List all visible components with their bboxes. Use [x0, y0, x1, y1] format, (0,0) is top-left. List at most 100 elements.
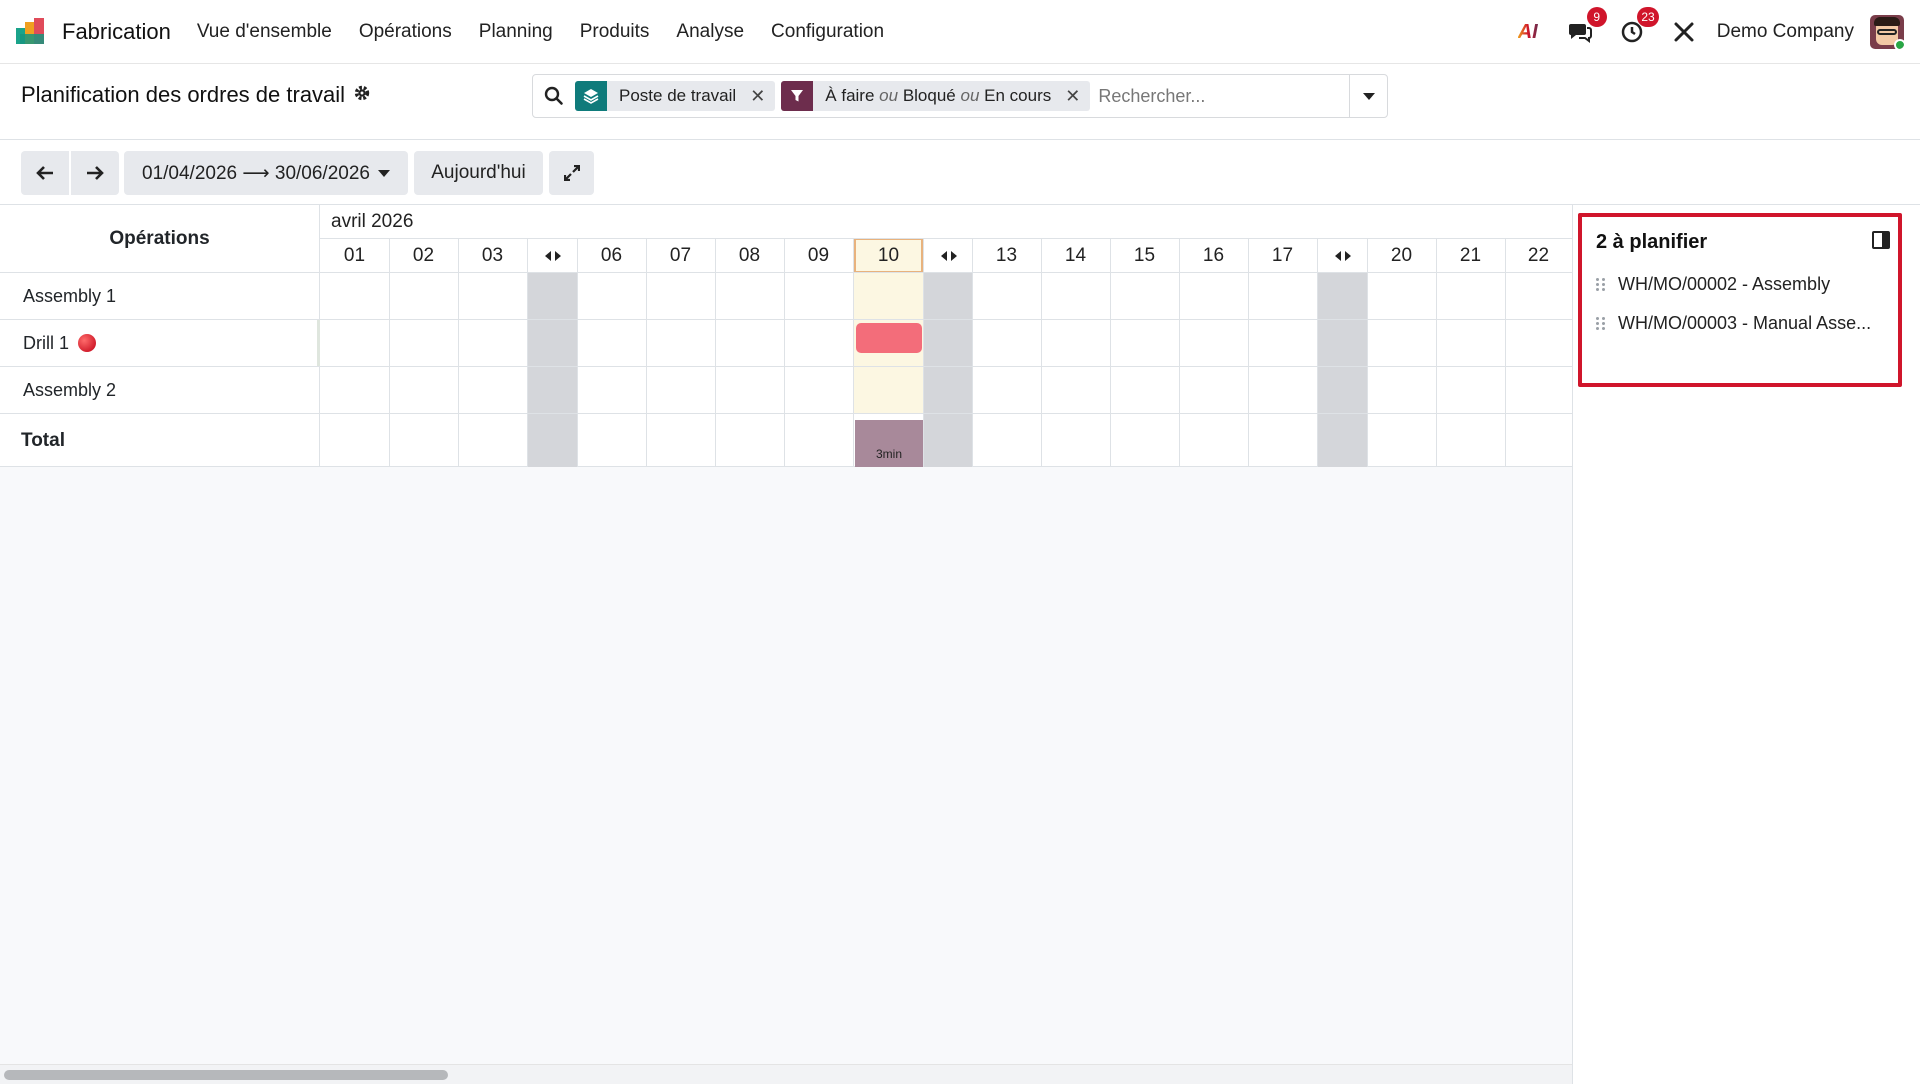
gantt-day-label: 15: [1133, 244, 1156, 266]
top-navbar: Fabrication Vue d'ensemble Opérations Pl…: [0, 0, 1920, 64]
gantt-col-line: [1505, 238, 1506, 467]
date-range-label: 01/04/2026 ⟶ 30/06/2026: [142, 162, 370, 184]
to-plan-item[interactable]: WH/MO/00003 - Manual Asse...: [1596, 313, 1896, 334]
gantt-month-label: avril 2026: [331, 211, 414, 232]
gantt-day-label: 13: [995, 244, 1018, 266]
gantt-day-label: 09: [807, 244, 830, 266]
filter-icon: [781, 81, 814, 111]
messages-icon[interactable]: 9: [1567, 7, 1607, 45]
page-title-text: Planification des ordres de travail: [21, 82, 346, 107]
facet-status-label: À faire ou Bloqué ou En cours: [813, 86, 1065, 106]
gantt-day-label: 20: [1390, 244, 1413, 266]
facet-status-inprogress: En cours: [984, 86, 1052, 105]
menu-produits[interactable]: Produits: [580, 21, 650, 43]
gantt-day-label: 16: [1202, 244, 1225, 266]
messages-badge: 9: [1586, 7, 1607, 27]
facet-workcenter-close-icon[interactable]: ✕: [750, 86, 775, 107]
activities-clock-icon[interactable]: 23: [1619, 7, 1659, 45]
gear-icon[interactable]: [353, 82, 371, 108]
total-load-bar: 3min: [855, 420, 923, 467]
gantt-row-total: Total: [0, 414, 320, 467]
menu-operations[interactable]: Opérations: [359, 21, 452, 43]
panel-toggle-icon[interactable]: [1872, 231, 1890, 249]
gantt-col-line: [389, 238, 390, 467]
facet-workcenter-label: Poste de travail: [619, 86, 737, 105]
gantt-col-line: [1436, 238, 1437, 467]
gantt-col-line: [715, 238, 716, 467]
ai-icon[interactable]: AI: [1515, 19, 1541, 45]
app-logo-icon[interactable]: [16, 17, 52, 46]
gantt-row-assembly-1[interactable]: Assembly 1: [0, 273, 320, 319]
search-bar: Poste de travail ✕ À faire ou Bloqué ou …: [532, 74, 1388, 118]
facet-or-1: ou: [879, 86, 899, 105]
ai-label: AI: [1517, 20, 1538, 43]
drag-handle-icon[interactable]: [1596, 278, 1606, 291]
company-switcher[interactable]: Demo Company: [1717, 21, 1854, 43]
gantt-row-assembly-2[interactable]: Assembly 2: [0, 367, 320, 413]
gantt-day-label: 08: [738, 244, 761, 266]
gantt-day-label: 01: [343, 244, 366, 266]
drag-handle-icon[interactable]: [1596, 317, 1606, 330]
expand-button[interactable]: [549, 151, 594, 195]
menu-configuration[interactable]: Configuration: [771, 21, 884, 43]
today-button[interactable]: Aujourd'hui: [414, 151, 543, 195]
collapse-toggle-icon[interactable]: [924, 239, 973, 272]
gantt-col-line: [1248, 238, 1249, 467]
next-button[interactable]: [71, 151, 119, 195]
facet-status-filter: À faire ou Bloqué ou En cours ✕: [781, 81, 1091, 111]
facet-or-2: ou: [960, 86, 980, 105]
row-label: Total: [21, 429, 65, 451]
search-input[interactable]: [1098, 85, 1317, 107]
total-load-label: 3min: [875, 447, 902, 461]
tools-icon[interactable]: [1671, 19, 1697, 45]
menu-analyse[interactable]: Analyse: [676, 21, 744, 43]
horizontal-scrollbar[interactable]: [0, 1064, 1572, 1084]
gantt-toolbar: 01/04/2026 ⟶ 30/06/2026 Aujourd'hui: [0, 140, 1920, 205]
workorder-pill[interactable]: [856, 323, 922, 353]
to-plan-item[interactable]: WH/MO/00002 - Assembly: [1596, 274, 1896, 295]
gantt-col-line: [458, 238, 459, 467]
gantt-day-label: 22: [1527, 244, 1550, 266]
gantt-row-drill-1[interactable]: Drill 1: [0, 320, 320, 366]
activities-badge: 23: [1637, 7, 1659, 27]
caret-down-icon: [377, 169, 390, 177]
collapse-toggle-icon[interactable]: [528, 239, 577, 272]
online-status-icon: [1894, 39, 1904, 49]
menu-planning[interactable]: Planning: [479, 21, 553, 43]
row-label: Assembly 2: [23, 379, 117, 400]
collapse-toggle-icon[interactable]: [1318, 239, 1367, 272]
collapsed-weekend-column: [1318, 273, 1367, 467]
gantt-col-line: [853, 238, 854, 467]
gantt-header-operations: Opérations: [0, 205, 320, 272]
app-name[interactable]: Fabrication: [62, 19, 171, 45]
caret-down-icon: [1362, 92, 1375, 100]
gantt-day-label: 02: [412, 244, 435, 266]
gantt-header-label: Opérations: [109, 227, 210, 249]
gantt-col-line: [646, 238, 647, 467]
gantt-day-label: 14: [1064, 244, 1087, 266]
facet-status-todo: À faire: [825, 86, 875, 105]
facet-workcenter: Poste de travail ✕: [575, 81, 776, 111]
gantt-col-line: [1110, 238, 1111, 467]
gantt-col-line: [1041, 238, 1042, 467]
scrollbar-thumb[interactable]: [4, 1070, 448, 1080]
gantt-col-line: [1179, 238, 1180, 467]
gantt-view: Opérations avril 2026 01 02 03 06 07 08 …: [0, 205, 1572, 467]
gantt-day-label-today: 10: [877, 244, 900, 266]
blocked-status-icon: [78, 334, 97, 352]
main-menu: Vue d'ensemble Opérations Planning Produ…: [197, 21, 911, 43]
date-range-button[interactable]: 01/04/2026 ⟶ 30/06/2026: [124, 151, 408, 195]
row-label: Assembly 1: [23, 285, 117, 306]
search-icon[interactable]: [533, 86, 575, 106]
gantt-day-label: 03: [481, 244, 504, 266]
menu-vue-ensemble[interactable]: Vue d'ensemble: [197, 21, 332, 43]
gantt-col-line: [923, 238, 924, 467]
search-options-toggle[interactable]: [1349, 75, 1387, 117]
to-plan-item-label: WH/MO/00003 - Manual Asse...: [1618, 313, 1872, 333]
control-panel: Planification des ordres de travail Post…: [0, 64, 1920, 140]
gantt-col-line: [1317, 238, 1318, 467]
user-avatar[interactable]: [1870, 15, 1904, 49]
previous-button[interactable]: [21, 151, 69, 195]
gantt-day-label: 06: [600, 244, 623, 266]
facet-status-close-icon[interactable]: ✕: [1065, 86, 1090, 107]
